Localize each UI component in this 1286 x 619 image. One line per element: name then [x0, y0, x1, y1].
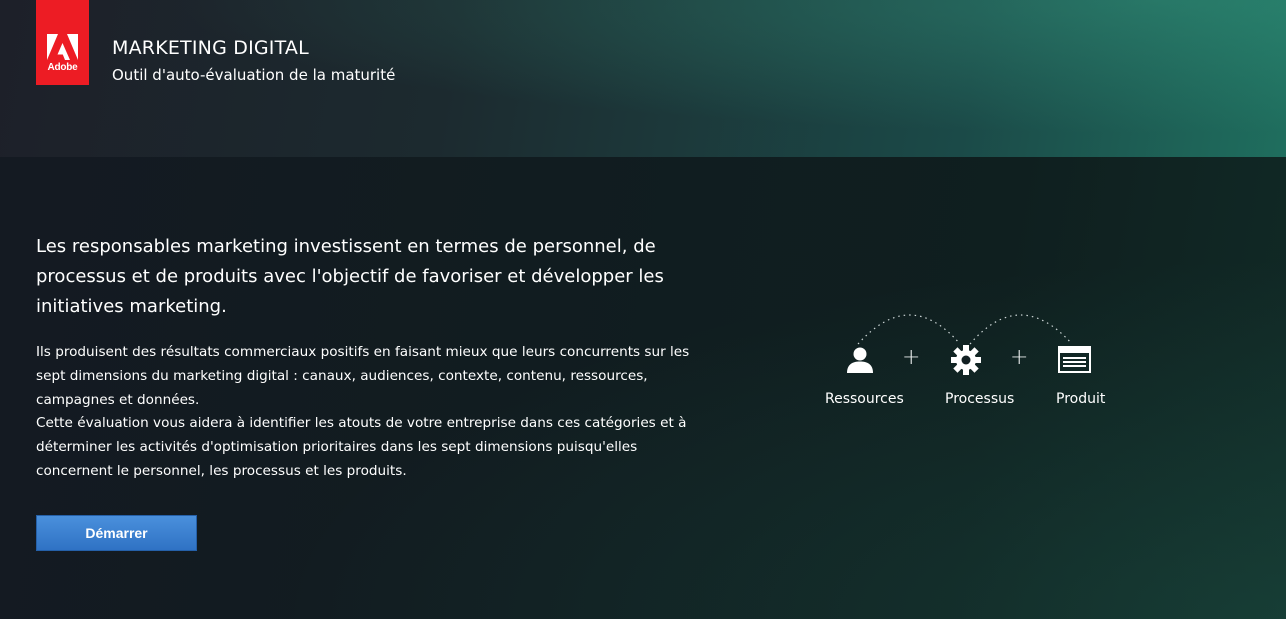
adobe-logo-text: Adobe	[47, 62, 78, 73]
plus-separator-2: +	[1010, 345, 1029, 370]
label-produit: Produit	[1056, 391, 1106, 407]
plus-separator-1: +	[902, 345, 921, 370]
people-process-product-diagram: + + Ressources Processus Produit	[810, 300, 1130, 420]
browser-window-icon	[1058, 346, 1091, 373]
app-subtitle: Outil d'auto-évaluation de la maturité	[112, 66, 396, 84]
label-ressources: Ressources	[825, 391, 904, 407]
app-title: MARKETING DIGITAL	[112, 37, 309, 59]
lead-text: Les responsables marketing investissent …	[36, 236, 664, 317]
start-button[interactable]: Démarrer	[36, 515, 197, 551]
adobe-logo-mark-icon	[47, 34, 78, 60]
description-paragraph-1: Ils produisent des résultats commerciaux…	[36, 344, 690, 408]
person-icon	[847, 347, 873, 373]
adobe-logo[interactable]: Adobe	[36, 0, 89, 85]
description-paragraph-2: Cette évaluation vous aidera à identifie…	[36, 415, 687, 479]
gear-icon	[951, 345, 981, 375]
description: Ils produisent des résultats commerciaux…	[36, 341, 706, 484]
label-processus: Processus	[945, 391, 1015, 407]
